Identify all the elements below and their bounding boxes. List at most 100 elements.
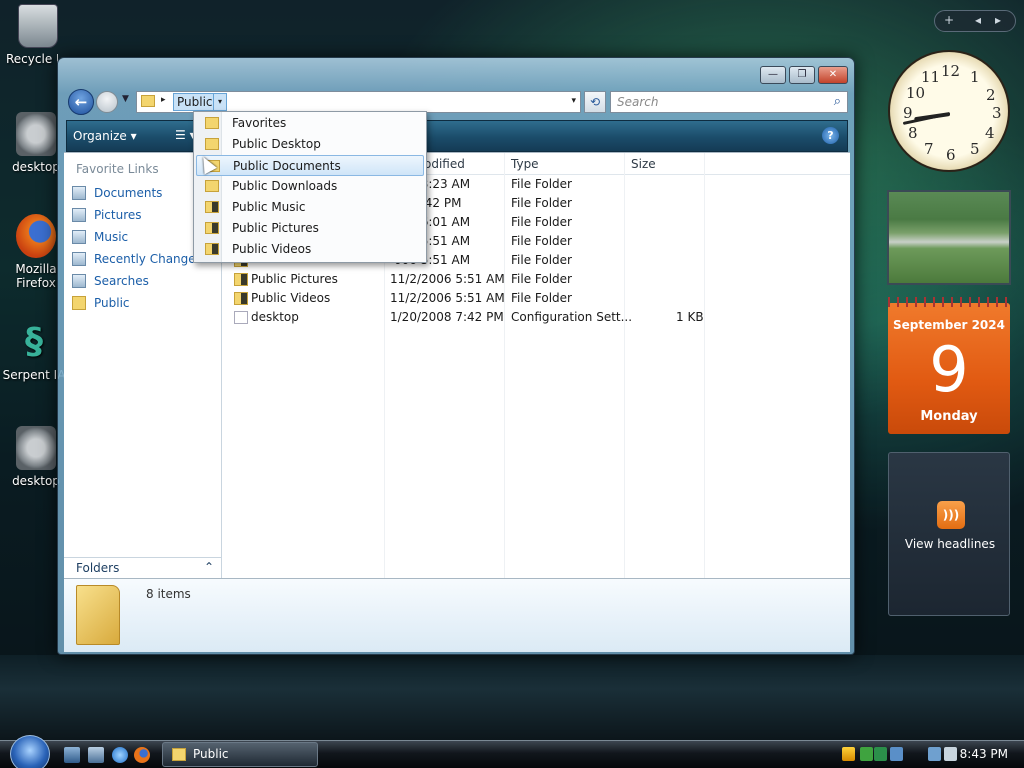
file-type: File Folder [511, 196, 572, 210]
column-header-size[interactable]: Size [631, 157, 656, 171]
file-type: File Folder [511, 291, 572, 305]
menu-item-label: Public Videos [232, 242, 312, 256]
menu-item-public-documents[interactable]: Public Documents [196, 155, 424, 176]
refresh-button[interactable]: ⟲ [584, 91, 606, 113]
folder-icon [172, 748, 186, 761]
navigation-bar: ← ▼ ▸ Public ▾ ▾ ⟲ Search ⌕ [66, 88, 848, 116]
settings-file-icon [16, 426, 56, 470]
breadcrumb-public[interactable]: Public [173, 93, 217, 111]
calendar-gadget[interactable]: September 2024 9 Monday [888, 297, 1010, 434]
nav-item-label: Documents [94, 186, 163, 200]
clock-time[interactable]: 8:43 PM [960, 747, 1008, 761]
column-header-type[interactable]: Type [511, 157, 539, 171]
start-button[interactable] [10, 735, 50, 768]
taskbar-button-public[interactable]: Public [162, 742, 318, 767]
file-name: Public Pictures [251, 272, 338, 286]
security-shield-icon[interactable] [842, 747, 855, 761]
address-bar[interactable]: ▸ Public ▾ ▾ [136, 91, 581, 113]
magnifier-icon[interactable]: ⌕ [834, 94, 841, 109]
switch-windows-icon[interactable] [88, 747, 104, 763]
taskbar-button-label: Public [193, 747, 229, 761]
pictures-folder-icon [234, 273, 248, 286]
nav-item-label: Recently Changed [94, 252, 204, 266]
videos-folder-icon [234, 292, 248, 305]
next-page-button[interactable]: ▸ [995, 13, 1001, 27]
forward-button[interactable] [96, 91, 118, 113]
folders-toggle[interactable]: Folders ⌃ [64, 557, 222, 579]
file-type: File Folder [511, 272, 572, 286]
menu-item-public-desktop[interactable]: Public Desktop [196, 134, 424, 155]
menu-item-public-music[interactable]: Public Music [196, 197, 424, 218]
menu-item-public-downloads[interactable]: Public Downloads [196, 176, 424, 197]
clock-number: 2 [986, 86, 996, 104]
recent-pages-dropdown[interactable]: ▼ [122, 94, 129, 104]
file-row[interactable]: Public Videos 11/2/2006 5:51 AM File Folde… [224, 289, 850, 308]
settings-file-icon [16, 112, 56, 156]
command-toolbar: Organize ▾ ☰ ▾ ? [66, 120, 848, 152]
videos-folder-icon [205, 243, 219, 255]
previous-page-button[interactable]: ◂ [975, 13, 981, 27]
menu-item-label: Public Downloads [232, 179, 338, 193]
menu-item-public-videos[interactable]: Public Videos [196, 239, 424, 260]
desktop-icon-label: Mozilla Firefox [15, 262, 57, 290]
searches-icon [72, 274, 86, 288]
back-button[interactable]: ← [68, 89, 94, 115]
taskbar: Public 8:43 PM [0, 735, 1024, 768]
file-type: File Folder [511, 215, 572, 229]
nav-item-public[interactable]: Public [72, 292, 218, 314]
search-input[interactable]: Search ⌕ [610, 91, 848, 113]
display-icon[interactable] [928, 747, 941, 761]
breadcrumb-dropdown-button[interactable]: ▾ [213, 93, 227, 111]
firefox-icon[interactable] [134, 747, 150, 763]
menu-item-label: Public Music [232, 200, 306, 214]
volume-muted-icon[interactable] [944, 747, 957, 761]
nav-item-searches[interactable]: Searches [72, 270, 218, 292]
clock-gadget[interactable]: 12 1 2 3 4 5 6 7 8 9 10 11 [888, 50, 1010, 172]
minimize-button[interactable]: — [760, 66, 786, 84]
file-date: 1/20/2008 7:42 PM [390, 310, 504, 324]
details-pane: 8 items [64, 578, 850, 652]
clock-number: 11 [921, 68, 941, 86]
explorer-content: Favorite Links Documents Pictures Music … [64, 152, 850, 579]
slideshow-gadget[interactable] [887, 190, 1011, 285]
file-date: 11/2/2006 5:51 AM [390, 291, 505, 305]
show-desktop-icon[interactable] [64, 747, 80, 763]
chevron-up-icon: ⌃ [203, 560, 214, 574]
organize-button[interactable]: Organize ▾ [73, 129, 137, 143]
rss-icon: ))) [937, 501, 965, 529]
desktop-wallpaper-lake [0, 655, 1024, 740]
antivirus-icon[interactable] [860, 747, 873, 761]
clock-number: 3 [992, 104, 1002, 122]
folder-icon [205, 117, 219, 129]
clock-number: 7 [924, 140, 934, 158]
address-history-dropdown[interactable]: ▾ [571, 96, 576, 106]
menu-item-favorites[interactable]: Favorites [196, 113, 424, 134]
file-type: File Folder [511, 253, 572, 267]
item-count: 8 items [146, 587, 191, 601]
pictures-folder-icon [205, 222, 219, 234]
maximize-button[interactable]: ❐ [789, 66, 815, 84]
close-button[interactable]: ✕ [818, 66, 848, 84]
desktop-icon-label: Recycle Bin [6, 52, 58, 66]
menu-item-public-pictures[interactable]: Public Pictures [196, 218, 424, 239]
clock-number: 1 [970, 68, 980, 86]
add-gadget-button[interactable]: + [944, 13, 954, 27]
calendar-day: 9 [929, 333, 969, 406]
file-row[interactable]: desktop 1/20/2008 7:42 PM Configuration Se… [224, 308, 850, 327]
calendar-rings [888, 297, 1010, 307]
network-icon[interactable] [890, 747, 903, 761]
vmware-icon[interactable] [874, 747, 887, 761]
column-header-date-modified[interactable]: odified [424, 157, 465, 171]
help-icon[interactable]: ? [822, 127, 839, 144]
explorer-window: — ❐ ✕ ← ▼ ▸ Public ▾ ▾ ⟲ Search ⌕ Organi… [57, 57, 855, 655]
search-placeholder: Search [617, 95, 659, 109]
file-type: Configuration Sett... [511, 310, 633, 324]
breadcrumb-separator[interactable]: ▸ [161, 95, 166, 105]
feed-headlines-gadget[interactable]: ))) View headlines [888, 452, 1010, 616]
file-type: File Folder [511, 234, 572, 248]
menu-item-label: Public Desktop [232, 137, 321, 151]
sidebar-controls: + ◂ ▸ [934, 10, 1016, 32]
file-row[interactable]: Public Pictures 11/2/2006 5:51 AM File Fol… [224, 270, 850, 289]
internet-explorer-icon[interactable] [112, 747, 128, 763]
file-date: 11/2/2006 5:51 AM [390, 272, 505, 286]
